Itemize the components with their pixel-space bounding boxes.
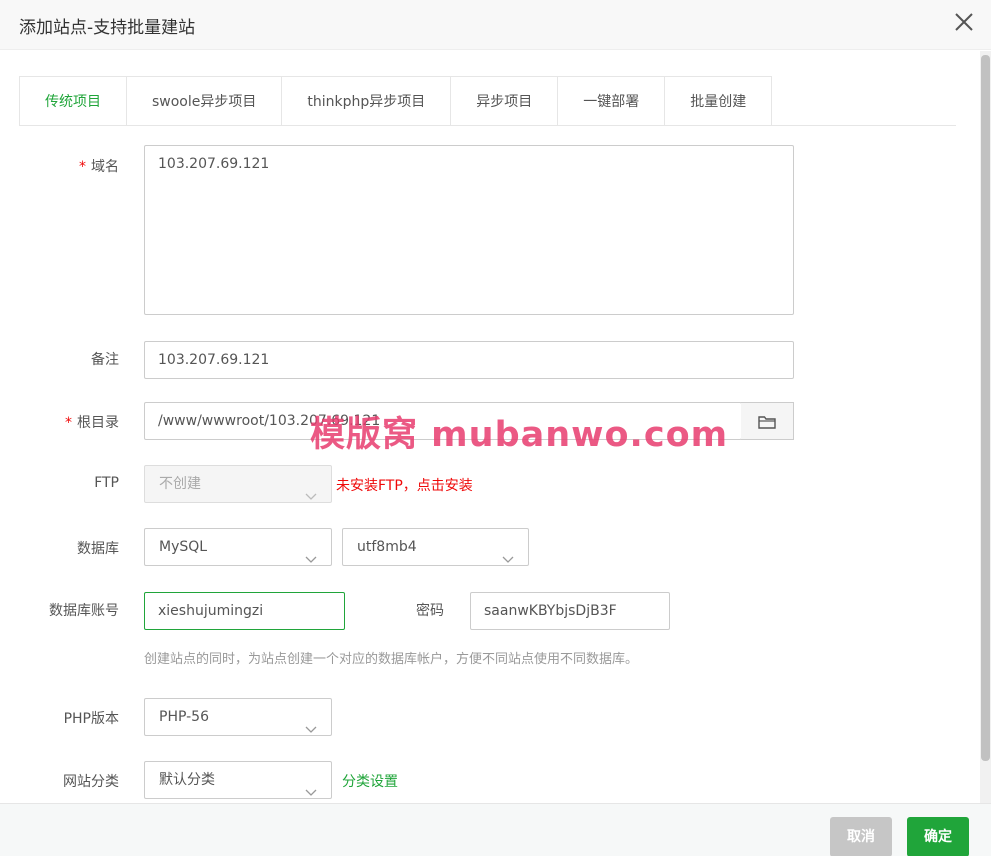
confirm-button[interactable]: 确定 xyxy=(907,817,969,856)
scrollbar[interactable] xyxy=(980,51,991,803)
root-dir-input[interactable]: /www/wwwroot/103.207.69.121 xyxy=(144,402,742,440)
database-type-select[interactable]: MySQL xyxy=(144,528,332,566)
tab-thinkphp[interactable]: thinkphp异步项目 xyxy=(282,76,452,126)
domain-label: * 域名 xyxy=(79,156,119,176)
chevron-down-icon xyxy=(305,479,317,500)
db-account-input[interactable]: xieshujumingzi xyxy=(144,592,345,630)
tab-divider xyxy=(19,125,956,126)
project-tabs: 传统项目 swoole异步项目 thinkphp异步项目 异步项目 一键部署 批… xyxy=(19,76,773,126)
dialog-footer: 取消 确定 xyxy=(0,803,991,856)
php-version-value: PHP-56 xyxy=(159,709,209,725)
database-type-value: MySQL xyxy=(159,539,208,555)
scrollbar-thumb[interactable] xyxy=(981,55,990,761)
category-select[interactable]: 默认分类 xyxy=(144,761,332,799)
tab-one-click-deploy[interactable]: 一键部署 xyxy=(558,76,666,126)
chevron-down-icon xyxy=(305,712,317,733)
dialog-title: 添加站点-支持批量建站 xyxy=(19,18,196,38)
ftp-select-value: 不创建 xyxy=(159,476,201,492)
folder-icon xyxy=(758,416,776,429)
ftp-select[interactable]: 不创建 xyxy=(144,465,332,503)
dialog-titlebar: 添加站点-支持批量建站 xyxy=(0,0,991,50)
tab-traditional[interactable]: 传统项目 xyxy=(19,76,127,126)
root-label: * 根目录 xyxy=(65,412,119,432)
db-password-input[interactable]: saanwKBYbjsDjB3F xyxy=(470,592,670,630)
tab-swoole[interactable]: swoole异步项目 xyxy=(127,76,283,126)
ftp-label: FTP xyxy=(94,475,119,491)
tab-batch-create[interactable]: 批量创建 xyxy=(665,76,773,126)
root-label-text: 根目录 xyxy=(77,415,119,431)
chevron-down-icon xyxy=(305,542,317,563)
ftp-install-link[interactable]: 未安装FTP，点击安装 xyxy=(336,475,473,495)
tab-async[interactable]: 异步项目 xyxy=(451,76,559,126)
charset-value: utf8mb4 xyxy=(357,539,417,555)
domain-textarea[interactable]: 103.207.69.121 xyxy=(144,145,794,315)
dialog-content: 传统项目 swoole异步项目 thinkphp异步项目 异步项目 一键部署 批… xyxy=(0,51,980,803)
php-version-select[interactable]: PHP-56 xyxy=(144,698,332,736)
remark-input[interactable]: 103.207.69.121 xyxy=(144,341,794,379)
database-label: 数据库 xyxy=(77,541,119,557)
db-account-hint: 创建站点的同时，为站点创建一个对应的数据库帐户，方便不同站点使用不同数据库。 xyxy=(144,652,639,667)
category-settings-link[interactable]: 分类设置 xyxy=(342,771,398,791)
password-label: 密码 xyxy=(416,603,444,619)
close-icon[interactable] xyxy=(951,9,977,35)
chevron-down-icon xyxy=(305,775,317,796)
remark-label: 备注 xyxy=(91,352,119,368)
category-value: 默认分类 xyxy=(159,772,215,788)
required-mark: * xyxy=(65,415,72,431)
folder-picker-button[interactable] xyxy=(741,402,794,440)
domain-label-text: 域名 xyxy=(91,159,119,175)
php-version-label: PHP版本 xyxy=(63,711,119,727)
category-label: 网站分类 xyxy=(63,774,119,790)
required-mark: * xyxy=(79,159,86,175)
cancel-button[interactable]: 取消 xyxy=(830,817,892,856)
add-site-dialog: 添加站点-支持批量建站 传统项目 swoole异步项目 thinkphp异步项目… xyxy=(0,0,991,856)
db-account-label: 数据库账号 xyxy=(49,603,119,619)
charset-select[interactable]: utf8mb4 xyxy=(342,528,529,566)
chevron-down-icon xyxy=(502,542,514,563)
